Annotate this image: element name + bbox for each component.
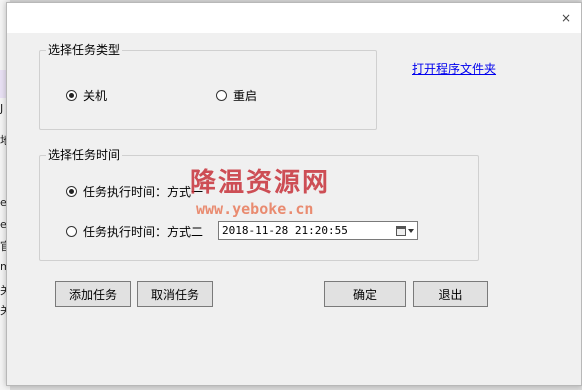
close-icon[interactable]: × — [559, 11, 573, 25]
task-type-title: 选择任务类型 — [46, 42, 123, 58]
radio-unchecked-icon[interactable] — [216, 90, 227, 101]
title-bar: × — [7, 3, 581, 33]
cancel-task-button[interactable]: 取消任务 — [137, 281, 213, 307]
radio-restart[interactable]: 重启 — [216, 87, 257, 104]
radio-checked-icon[interactable] — [66, 186, 77, 197]
exit-button[interactable]: 退出 — [413, 281, 488, 307]
datetime-dropdown-button[interactable] — [395, 223, 415, 238]
open-folder-link[interactable]: 打开程序文件夹 — [412, 60, 496, 77]
datetime-value: 2018-11-28 21:20:55 — [222, 224, 348, 237]
watermark-url: www.yeboke.cn — [196, 200, 314, 218]
radio-time-mode-2-label: 任务执行时间：方式二 — [83, 225, 204, 239]
radio-restart-label: 重启 — [233, 89, 258, 103]
watermark-title: 降温资源网 — [190, 168, 331, 198]
radio-time-mode-2[interactable]: 任务执行时间：方式二 — [66, 223, 203, 240]
radio-time-mode-1-label: 任务执行时间：方式一 — [83, 185, 204, 199]
radio-checked-icon[interactable] — [66, 90, 77, 101]
ok-button[interactable]: 确定 — [324, 281, 406, 307]
task-time-title: 选择任务时间 — [46, 147, 123, 163]
radio-unchecked-icon[interactable] — [66, 226, 77, 237]
datetime-picker[interactable]: 2018-11-28 21:20:55 — [218, 221, 418, 240]
radio-time-mode-1[interactable]: 任务执行时间：方式一 — [66, 183, 203, 200]
radio-shutdown[interactable]: 关机 — [66, 87, 107, 104]
calendar-icon — [396, 225, 406, 236]
task-type-group: 选择任务类型 关机 重启 — [39, 42, 377, 130]
chevron-down-icon — [408, 228, 414, 233]
radio-shutdown-label: 关机 — [83, 89, 108, 103]
add-task-button[interactable]: 添加任务 — [55, 281, 131, 307]
